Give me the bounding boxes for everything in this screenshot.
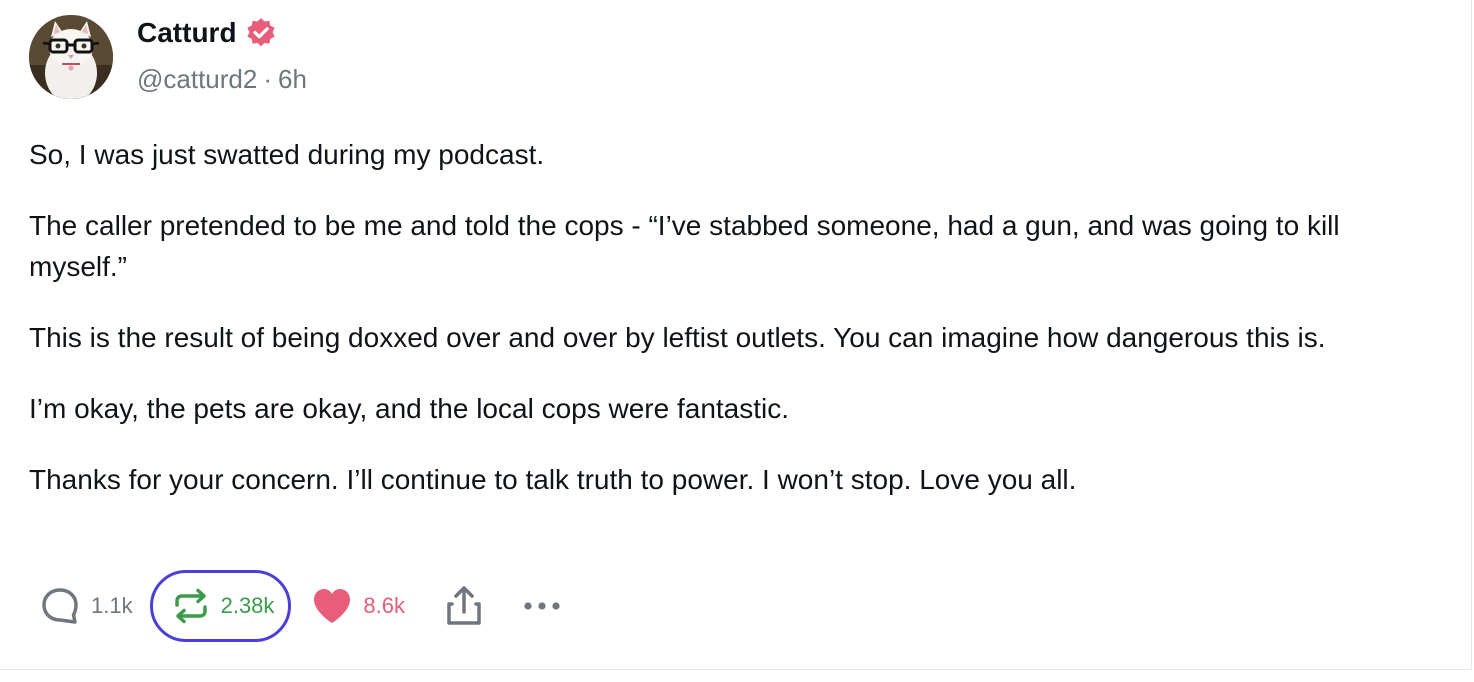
like-button[interactable]: 8.6k [311, 586, 405, 626]
handle[interactable]: @catturd2 [137, 64, 257, 95]
post-paragraph: This is the result of being doxxed over … [29, 322, 1326, 353]
share-button[interactable] [445, 585, 483, 627]
action-bar: 1.1k 2.38k 8.6k [29, 566, 561, 646]
author-name-row[interactable]: Catturd [137, 17, 277, 49]
repost-button[interactable]: 2.38k [149, 570, 292, 642]
reply-button[interactable]: 1.1k [39, 585, 133, 627]
repost-icon [171, 586, 211, 626]
display-name[interactable]: Catturd [137, 17, 237, 49]
separator-dot: · [263, 64, 273, 94]
more-icon [523, 600, 561, 612]
post-body: So, I was just swatted during my podcast… [29, 134, 1439, 530]
post-card: Catturd @catturd2 · 6h So, I was just sw… [0, 0, 1472, 670]
verified-badge-icon [245, 17, 277, 49]
avatar[interactable] [29, 15, 113, 99]
reply-icon [39, 585, 81, 627]
like-count: 8.6k [363, 593, 406, 618]
post-paragraph: So, I was just swatted during my podcast… [29, 139, 545, 170]
reply-count: 1.1k [91, 593, 133, 618]
more-options-button[interactable] [523, 600, 561, 612]
post-paragraph: Thanks for your concern. I’ll continue t… [29, 464, 1077, 495]
share-icon [445, 585, 483, 627]
post-paragraph: I’m okay, the pets are okay, and the loc… [29, 393, 790, 424]
post-time[interactable]: 6h [278, 64, 307, 95]
heart-icon [311, 586, 353, 626]
repost-count: 2.38k [220, 593, 275, 618]
handle-line: @catturd2 · 6h [137, 64, 307, 95]
post-paragraph: The caller pretended to be me and told t… [29, 210, 1340, 282]
